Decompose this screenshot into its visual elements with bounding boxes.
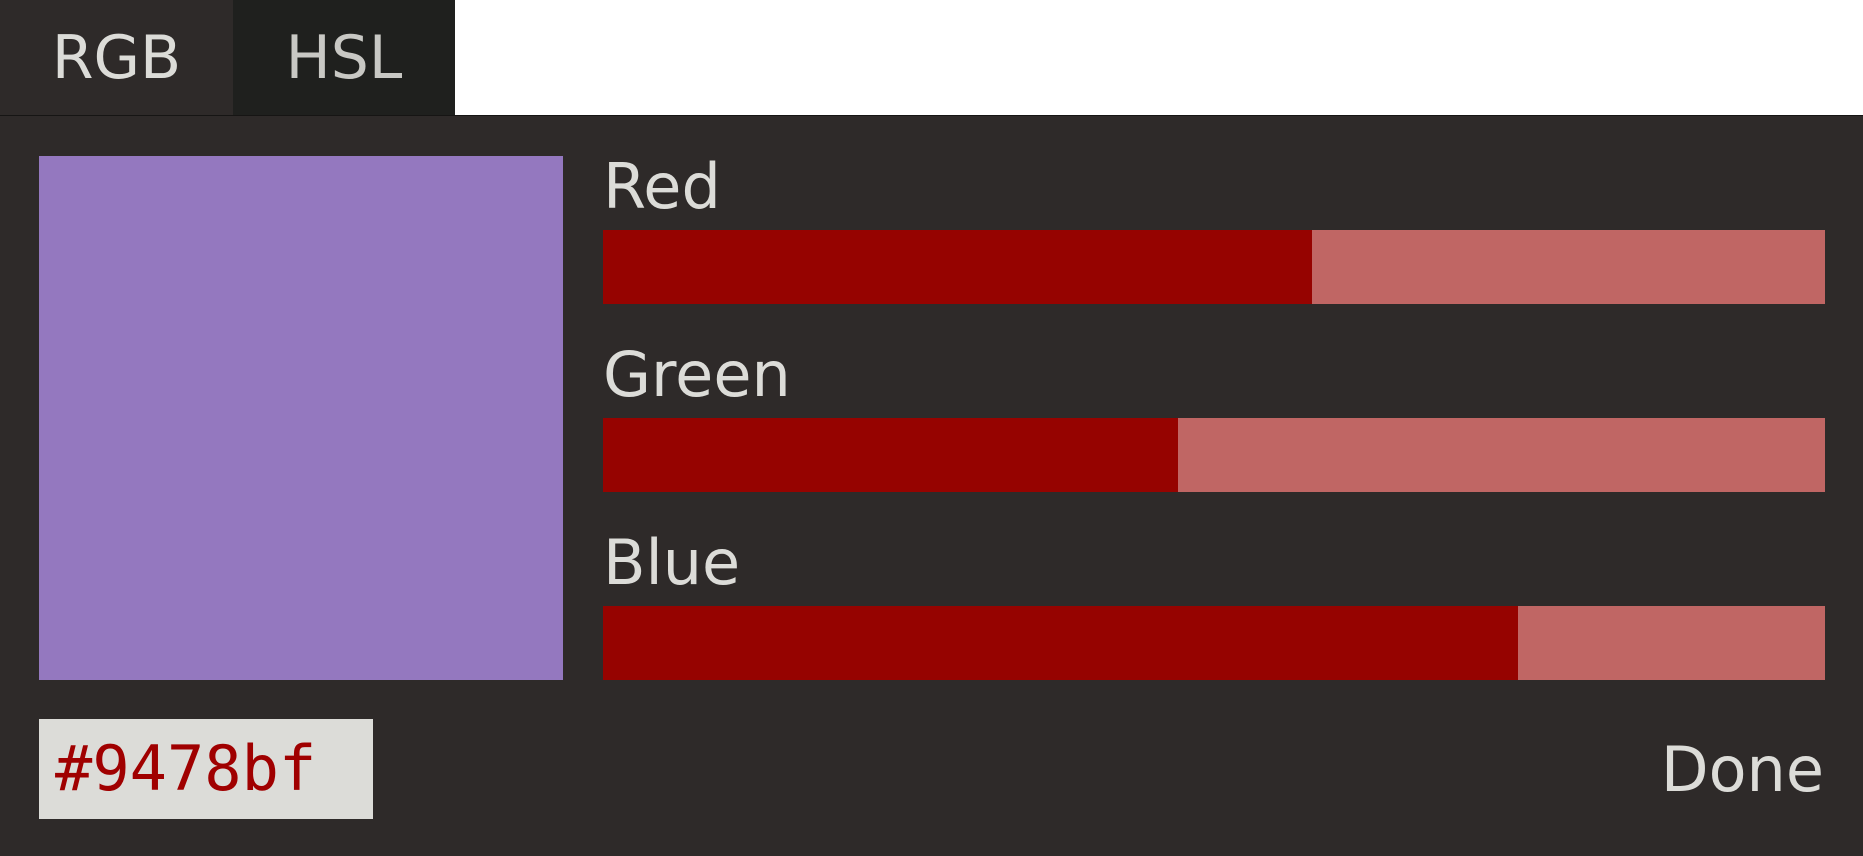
red-slider-label: Red: [603, 150, 721, 223]
blue-slider[interactable]: [603, 606, 1825, 680]
blue-slider-fill: [603, 606, 1519, 680]
mode-tabbar: RGB HSL: [0, 0, 455, 115]
green-slider-fill: [603, 418, 1179, 492]
red-slider[interactable]: [603, 230, 1825, 304]
tab-hsl[interactable]: HSL: [233, 0, 455, 115]
color-preview-swatch: [39, 156, 563, 680]
color-picker-panel: Red Green Blue Done: [0, 115, 1863, 856]
hex-input[interactable]: [39, 719, 373, 819]
green-slider[interactable]: [603, 418, 1825, 492]
green-slider-label: Green: [603, 338, 791, 411]
done-button[interactable]: Done: [1661, 719, 1824, 819]
tab-rgb[interactable]: RGB: [0, 0, 233, 115]
blue-slider-label: Blue: [603, 526, 741, 599]
red-slider-fill: [603, 230, 1313, 304]
